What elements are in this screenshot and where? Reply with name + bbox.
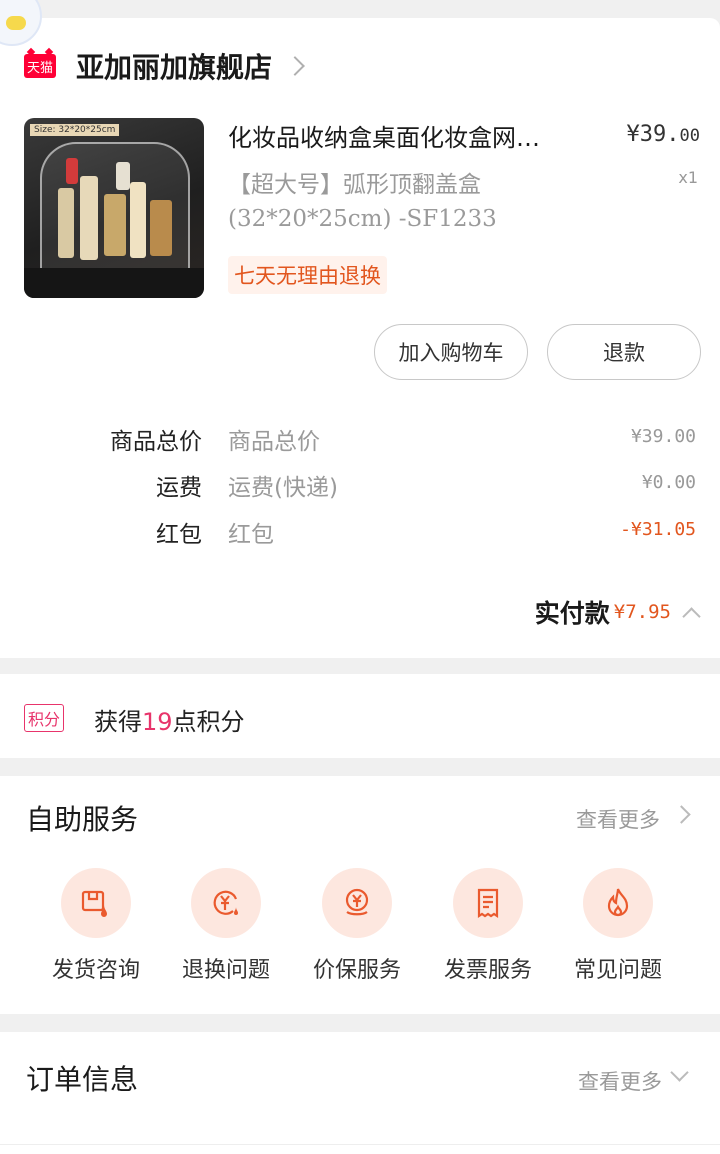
fee-desc: 红包 [228, 522, 274, 548]
product-image[interactable]: Size: 32*20*25cm [24, 118, 204, 298]
shipping-icon [61, 868, 131, 938]
order-info-card: 订单信息 查看更多 [0, 1032, 720, 1154]
service-label: 发货咨询 [51, 958, 140, 983]
price-main: ¥39. [626, 122, 680, 147]
order-more-link[interactable]: 查看更多 [578, 1066, 662, 1096]
order-item-card: 天猫 亚加丽加旗舰店 Size: 32*20*25cm 化妆品收纳盒桌面化妆盒网… [0, 18, 720, 658]
fee-desc: 商品总价 [228, 429, 320, 455]
fee-row-red-packet: 红包 红包 -¥31.05 [0, 515, 720, 555]
tmall-badge: 天猫 [24, 54, 56, 78]
store-name[interactable]: 亚加丽加旗舰店 [76, 46, 272, 86]
fee-value: ¥39.00 [630, 426, 696, 447]
service-label: 退换问题 [181, 958, 270, 983]
fee-label: 运费 [156, 475, 202, 501]
paid-label: 实付款 [534, 599, 610, 628]
service-item-faq[interactable]: 常见问题 [553, 868, 683, 984]
points-suffix: 点积分 [172, 708, 245, 736]
service-label: 常见问题 [573, 958, 662, 983]
refund-button[interactable]: 退款 [547, 324, 701, 380]
store-header[interactable]: 天猫 亚加丽加旗舰店 [24, 46, 305, 86]
service-label: 价保服务 [312, 958, 401, 983]
service-item-price-protect[interactable]: 价保服务 [292, 868, 422, 984]
divider [0, 1144, 720, 1154]
product-sku: 【超大号】弧形顶翻盖盒 (32*20*25cm) -SF1233 [228, 168, 568, 236]
service-label: 发票服务 [443, 958, 532, 983]
invoice-icon [453, 868, 523, 938]
service-item-return[interactable]: 退换问题 [161, 868, 291, 984]
points-text: 获得19点积分 [94, 702, 245, 737]
paid-value: ¥7.95 [613, 601, 671, 623]
chevron-right-icon [672, 805, 691, 824]
bottle-shape [116, 162, 130, 190]
product-price: ¥39.00 [627, 122, 700, 147]
sku-line: 【超大号】弧形顶翻盖盒 [228, 172, 481, 198]
fee-row-shipping: 运费 运费(快递) ¥0.00 [0, 468, 720, 508]
product-size-tag: Size: 32*20*25cm [30, 124, 120, 136]
bottle-shape [80, 176, 98, 260]
price-cents: 00 [679, 126, 700, 146]
fee-value: ¥0.00 [641, 472, 696, 493]
return-icon [191, 868, 261, 938]
paid-amount-row[interactable]: 实付款 ¥7.95 [534, 594, 701, 630]
fee-desc: 运费(快递) [228, 475, 338, 501]
chevron-down-icon [670, 1063, 689, 1082]
sku-line: (32*20*25cm) -SF1233 [228, 206, 497, 232]
service-more-link[interactable]: 查看更多 [576, 804, 660, 834]
fee-label: 商品总价 [110, 429, 202, 455]
bottle-shape [150, 200, 172, 256]
faq-icon [583, 868, 653, 938]
bottle-shape [104, 194, 126, 256]
section-title: 自助服务 [26, 803, 139, 836]
price-protect-icon [322, 868, 392, 938]
service-item-shipping[interactable]: 发货咨询 [31, 868, 161, 984]
service-item-invoice[interactable]: 发票服务 [423, 868, 553, 984]
add-to-cart-button[interactable]: 加入购物车 [374, 324, 528, 380]
bottle-shape [58, 188, 74, 258]
badge-dot [6, 16, 26, 30]
bottle-shape [66, 158, 78, 184]
fee-value: -¥31.05 [620, 519, 696, 540]
points-count: 19 [142, 708, 173, 736]
self-service-card: 自助服务 查看更多 发货咨询 退换问题 价保服务 发票服务 常见问题 [0, 776, 720, 1014]
product-base [24, 268, 204, 298]
points-card: 积分 获得19点积分 [0, 674, 720, 758]
fee-row-total: 商品总价 商品总价 ¥39.00 [0, 422, 720, 462]
chevron-up-icon [682, 606, 701, 626]
return-policy-tag: 七天无理由退换 [228, 256, 387, 294]
chevron-right-icon [285, 56, 305, 76]
points-badge: 积分 [24, 704, 65, 732]
section-title: 订单信息 [26, 1063, 139, 1096]
product-quantity: x1 [678, 168, 698, 187]
points-prefix: 获得 [94, 708, 142, 736]
fee-label: 红包 [156, 522, 202, 548]
bottle-shape [130, 182, 146, 258]
product-title[interactable]: 化妆品收纳盒桌面化妆盒网… [228, 118, 598, 153]
